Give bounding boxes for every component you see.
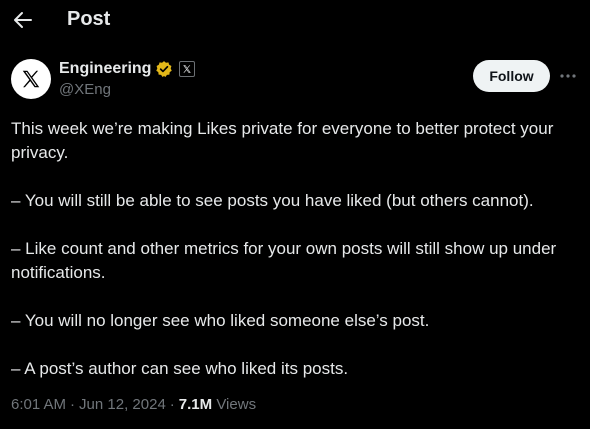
author-handle[interactable]: @XEng xyxy=(59,81,111,98)
top-bar: Post xyxy=(0,0,590,42)
arrow-left-icon xyxy=(14,12,32,28)
post-time[interactable]: 6:01 AM xyxy=(11,396,66,413)
avatar[interactable] xyxy=(11,59,51,99)
x-affiliate-badge-icon[interactable] xyxy=(179,61,196,77)
post-paragraph: – A post’s author can see who liked its … xyxy=(11,359,349,378)
post-paragraph: – You will still be able to see posts yo… xyxy=(11,191,534,210)
gold-verified-badge-icon[interactable] xyxy=(155,60,173,78)
views-count[interactable]: 7.1M xyxy=(179,396,212,413)
post-metadata: 6:01 AM · Jun 12, 2024 · 7.1M Views xyxy=(11,396,256,413)
views-label: Views xyxy=(216,396,257,413)
separator: · xyxy=(169,396,175,413)
back-button[interactable] xyxy=(10,6,36,34)
x-logo-icon xyxy=(22,70,40,88)
post-text: This week we’re making Likes private for… xyxy=(11,117,581,405)
post-paragraph: This week we’re making Likes private for… xyxy=(11,119,554,162)
author-name[interactable]: Engineering xyxy=(59,60,151,78)
author-name-row: Engineering xyxy=(59,60,196,78)
page-title: Post xyxy=(67,8,111,30)
follow-button[interactable]: Follow xyxy=(473,60,550,92)
more-horizontal-icon xyxy=(560,74,576,78)
separator: · xyxy=(70,396,76,413)
post-paragraph: – You will no longer see who liked someo… xyxy=(11,311,430,330)
post-paragraph: – Like count and other metrics for your … xyxy=(11,239,557,282)
post-date[interactable]: Jun 12, 2024 xyxy=(79,396,166,413)
more-options-button[interactable] xyxy=(558,70,578,82)
